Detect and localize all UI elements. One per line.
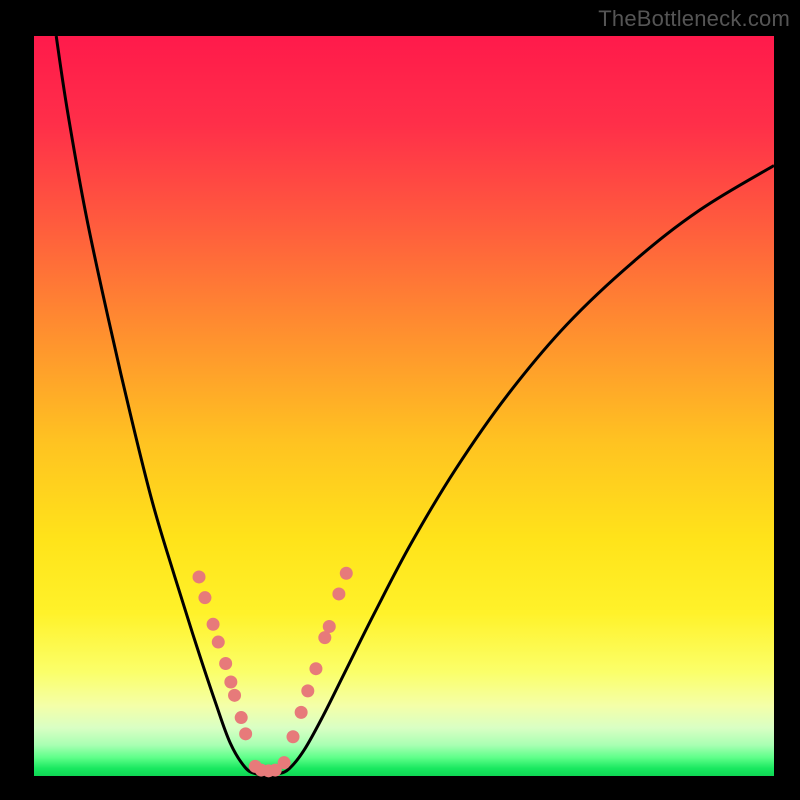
- curve-marker: [224, 676, 237, 689]
- curve-marker: [332, 587, 345, 600]
- curve-marker: [207, 618, 220, 631]
- curve-marker: [301, 684, 314, 697]
- curve-marker: [198, 591, 211, 604]
- curve-marker: [235, 711, 248, 724]
- curve-marker: [318, 631, 331, 644]
- curve-marker: [193, 570, 206, 583]
- plot-background: [34, 36, 774, 776]
- chart-frame: { "watermark": "TheBottleneck.com", "cha…: [0, 0, 800, 800]
- watermark-text: TheBottleneck.com: [598, 6, 790, 32]
- curve-marker: [212, 636, 225, 649]
- curve-marker: [287, 730, 300, 743]
- curve-marker: [309, 662, 322, 675]
- bottleneck-chart: [0, 0, 800, 800]
- curve-marker: [219, 657, 232, 670]
- curve-marker: [323, 620, 336, 633]
- curve-marker: [278, 756, 291, 769]
- curve-marker: [295, 706, 308, 719]
- curve-marker: [340, 567, 353, 580]
- curve-marker: [228, 689, 241, 702]
- curve-marker: [239, 727, 252, 740]
